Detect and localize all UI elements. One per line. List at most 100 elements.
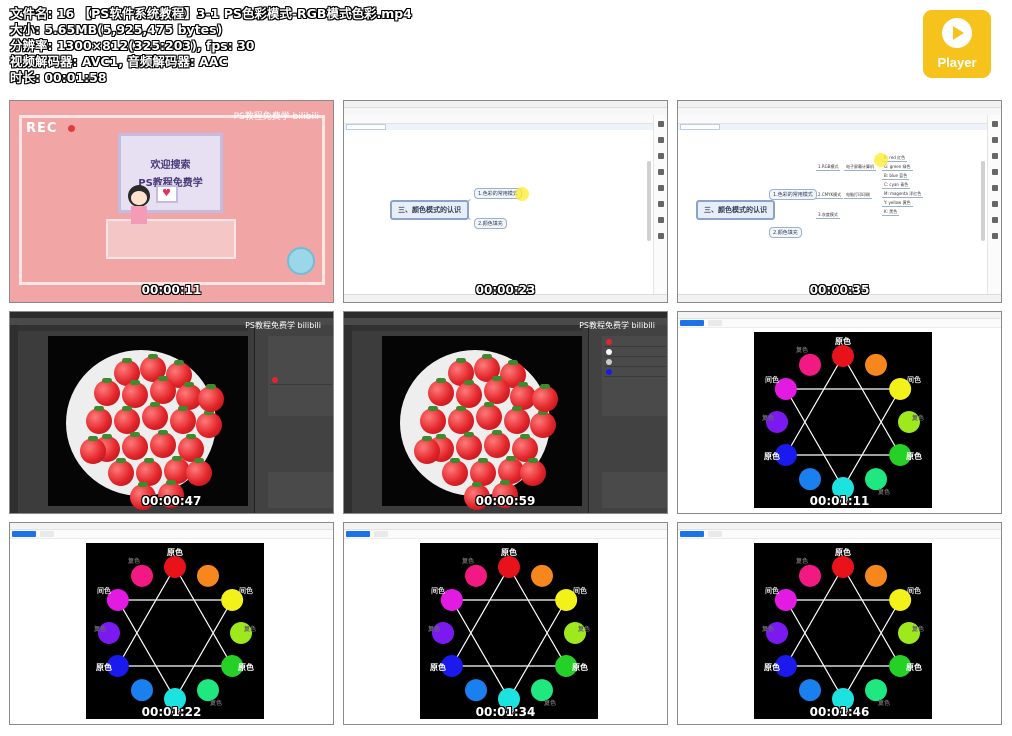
view-all-button[interactable] [12, 531, 36, 537]
branch-node[interactable]: 2.颜色填充 [474, 218, 507, 229]
sub-node[interactable]: 3.灰度模式 [816, 212, 840, 219]
strawberry-stem [116, 458, 126, 463]
doc-tab[interactable] [680, 124, 720, 130]
root-node[interactable]: 三、颜色模式的认识 [390, 200, 469, 220]
scrollbar[interactable] [981, 161, 985, 241]
channels-panel [602, 336, 667, 416]
thumbnail-3[interactable]: 三、颜色模式的认识 1.色彩的常用模式 2.颜色填充 1.RGB模式 2.CMY… [677, 100, 1002, 303]
wheel-label: 间色 [907, 375, 921, 384]
strawberry-stem [464, 432, 474, 437]
leaf-node[interactable]: C: cyan 青色 [882, 182, 911, 189]
branch-node[interactable]: 2.颜色填充 [769, 227, 802, 238]
sidebar-icon[interactable] [992, 217, 998, 223]
wheel-label: 原色 [501, 547, 517, 557]
wheel-label: 复色 [461, 557, 474, 565]
doc-tab[interactable] [346, 124, 386, 130]
sidebar-icon[interactable] [992, 233, 998, 239]
strawberry-stem [88, 436, 98, 441]
scrollbar[interactable] [647, 161, 651, 241]
sub-node[interactable]: 1.RGB模式 [816, 164, 841, 171]
color-wheel: 原色原色 原色间色间色间色复色复色 复色复色 [761, 336, 924, 506]
layer-row[interactable] [270, 376, 332, 385]
sidebar-icon[interactable] [992, 201, 998, 207]
right-sidebar [987, 115, 1001, 294]
sidebar-icon[interactable] [658, 169, 664, 175]
channel-row[interactable] [604, 368, 666, 377]
thumbnail-6[interactable]: 原色 原色 原色 间色 间色 间色 复色 复色 复色 复色 00:01:11 [677, 311, 1002, 514]
channel-row[interactable] [604, 358, 666, 367]
strawberry-stem [94, 406, 104, 411]
channel-row[interactable] [604, 338, 666, 347]
strawberry-stem [484, 402, 494, 407]
view-all-button[interactable] [680, 531, 704, 537]
color-wheel-image[interactable]: 原色 原色 原色 间色 间色 间色 复色 复色 复色 复色 [420, 543, 598, 719]
sidebar-icon[interactable] [992, 169, 998, 175]
add-button[interactable] [374, 531, 388, 537]
add-button[interactable] [40, 531, 54, 537]
sidebar-icon[interactable] [658, 153, 664, 159]
strawberry [150, 432, 176, 458]
sub-node[interactable]: 电脑打印印刷 [844, 192, 872, 199]
leaf-node[interactable]: B: blue 蓝色 [882, 173, 910, 180]
strawberry-stem [102, 378, 112, 383]
sidebar-icon[interactable] [992, 121, 998, 127]
add-button[interactable] [708, 320, 722, 326]
view-all-button[interactable] [346, 531, 370, 537]
color-swatch [799, 353, 821, 376]
thumbnail-5[interactable]: PS教程免费学 bilibili 00:00:59 [343, 311, 668, 514]
sidebar-icon[interactable] [658, 233, 664, 239]
leaf-node[interactable]: Y: yellow 黄色 [882, 200, 913, 207]
color-swatch [498, 556, 520, 578]
sub-node[interactable]: 电子屏幕计算机 [844, 164, 876, 171]
strawberry-stem [478, 458, 488, 463]
color-wheel-image[interactable]: 原色 原色 原色 间色 间色 间色 复色 复色 复色 复色 [754, 332, 932, 508]
heart-icon: ♥ [162, 188, 171, 199]
wheel-label: 原色 [238, 662, 254, 672]
sidebar-icon[interactable] [658, 201, 664, 207]
resolution-line: 分辨率: 1300×812(325:203), fps: 30 [10, 38, 255, 53]
strawberry [504, 408, 530, 434]
wheel-label: 原色 [96, 662, 112, 672]
color-swatch [799, 564, 821, 587]
color-swatch [197, 679, 219, 702]
thumbnail-2[interactable]: 三、颜色模式的认识 1.色彩的常用模式 2.颜色填充 00:00:23 [343, 100, 668, 303]
channel-thumb [606, 359, 612, 365]
thumbnail-1[interactable]: REC PS教程免费学 bilibili 欢迎搜索 PS教程免费学 ♥ 00:0… [9, 100, 334, 303]
wheel-label: 复色 [761, 625, 774, 633]
leaf-node[interactable]: G: green 绿色 [882, 164, 913, 171]
wheel-label: 间色 [97, 586, 111, 595]
thumbnail-7[interactable]: 原色 原色 原色 间色 间色 间色 复色 复色 复色 复色 00:01:22 [9, 522, 334, 725]
sidebar-icon[interactable] [992, 137, 998, 143]
thumbnail-8[interactable]: 原色 原色 原色 间色 间色 间色 复色 复色 复色 复色 00:01:34 [343, 522, 668, 725]
sidebar-icon[interactable] [658, 217, 664, 223]
leaf-node[interactable]: M: magenta 洋红色 [882, 191, 924, 198]
thumbnail-4[interactable]: PS教程免费学 bilibili 00:00:47 [9, 311, 334, 514]
ps-doc-tab[interactable] [18, 325, 248, 331]
view-all-button[interactable] [680, 320, 704, 326]
strawberry-stem [518, 382, 528, 387]
sidebar-icon[interactable] [992, 185, 998, 191]
channel-row[interactable] [604, 348, 666, 357]
strawberry-stem [148, 354, 158, 359]
add-button[interactable] [708, 531, 722, 537]
ps-doc-tab[interactable] [352, 325, 582, 331]
sidebar-icon[interactable] [658, 121, 664, 127]
app-titlebar [678, 101, 1001, 108]
thumbnail-9[interactable]: 原色 原色 原色 间色 间色 间色 复色 复色 复色 复色 00:01:46 [677, 522, 1002, 725]
branch-node[interactable]: 1.色彩的常用模式 [769, 189, 817, 200]
sidebar-icon[interactable] [992, 153, 998, 159]
ps-canvas[interactable] [382, 336, 582, 510]
color-wheel-image[interactable]: 原色 原色 原色 间色 间色 间色 复色 复色 复色 复色 [754, 543, 932, 719]
sidebar-icon[interactable] [658, 137, 664, 143]
leaf-node[interactable]: K: 黑色 [882, 209, 900, 216]
strawberry [142, 404, 168, 430]
color-wheel-image[interactable]: 原色 原色 原色 间色 间色 间色 复色 复色 复色 复色 [86, 543, 264, 719]
ps-canvas[interactable] [48, 336, 248, 510]
strawberry-stem [102, 434, 112, 439]
sub-node[interactable]: 2.CMYK模式 [816, 192, 844, 199]
wheel-label: 间色 [907, 586, 921, 595]
sidebar-icon[interactable] [658, 185, 664, 191]
root-node[interactable]: 三、颜色模式的认识 [696, 200, 775, 220]
strawberry-stem [184, 382, 194, 387]
strawberry [94, 380, 120, 406]
